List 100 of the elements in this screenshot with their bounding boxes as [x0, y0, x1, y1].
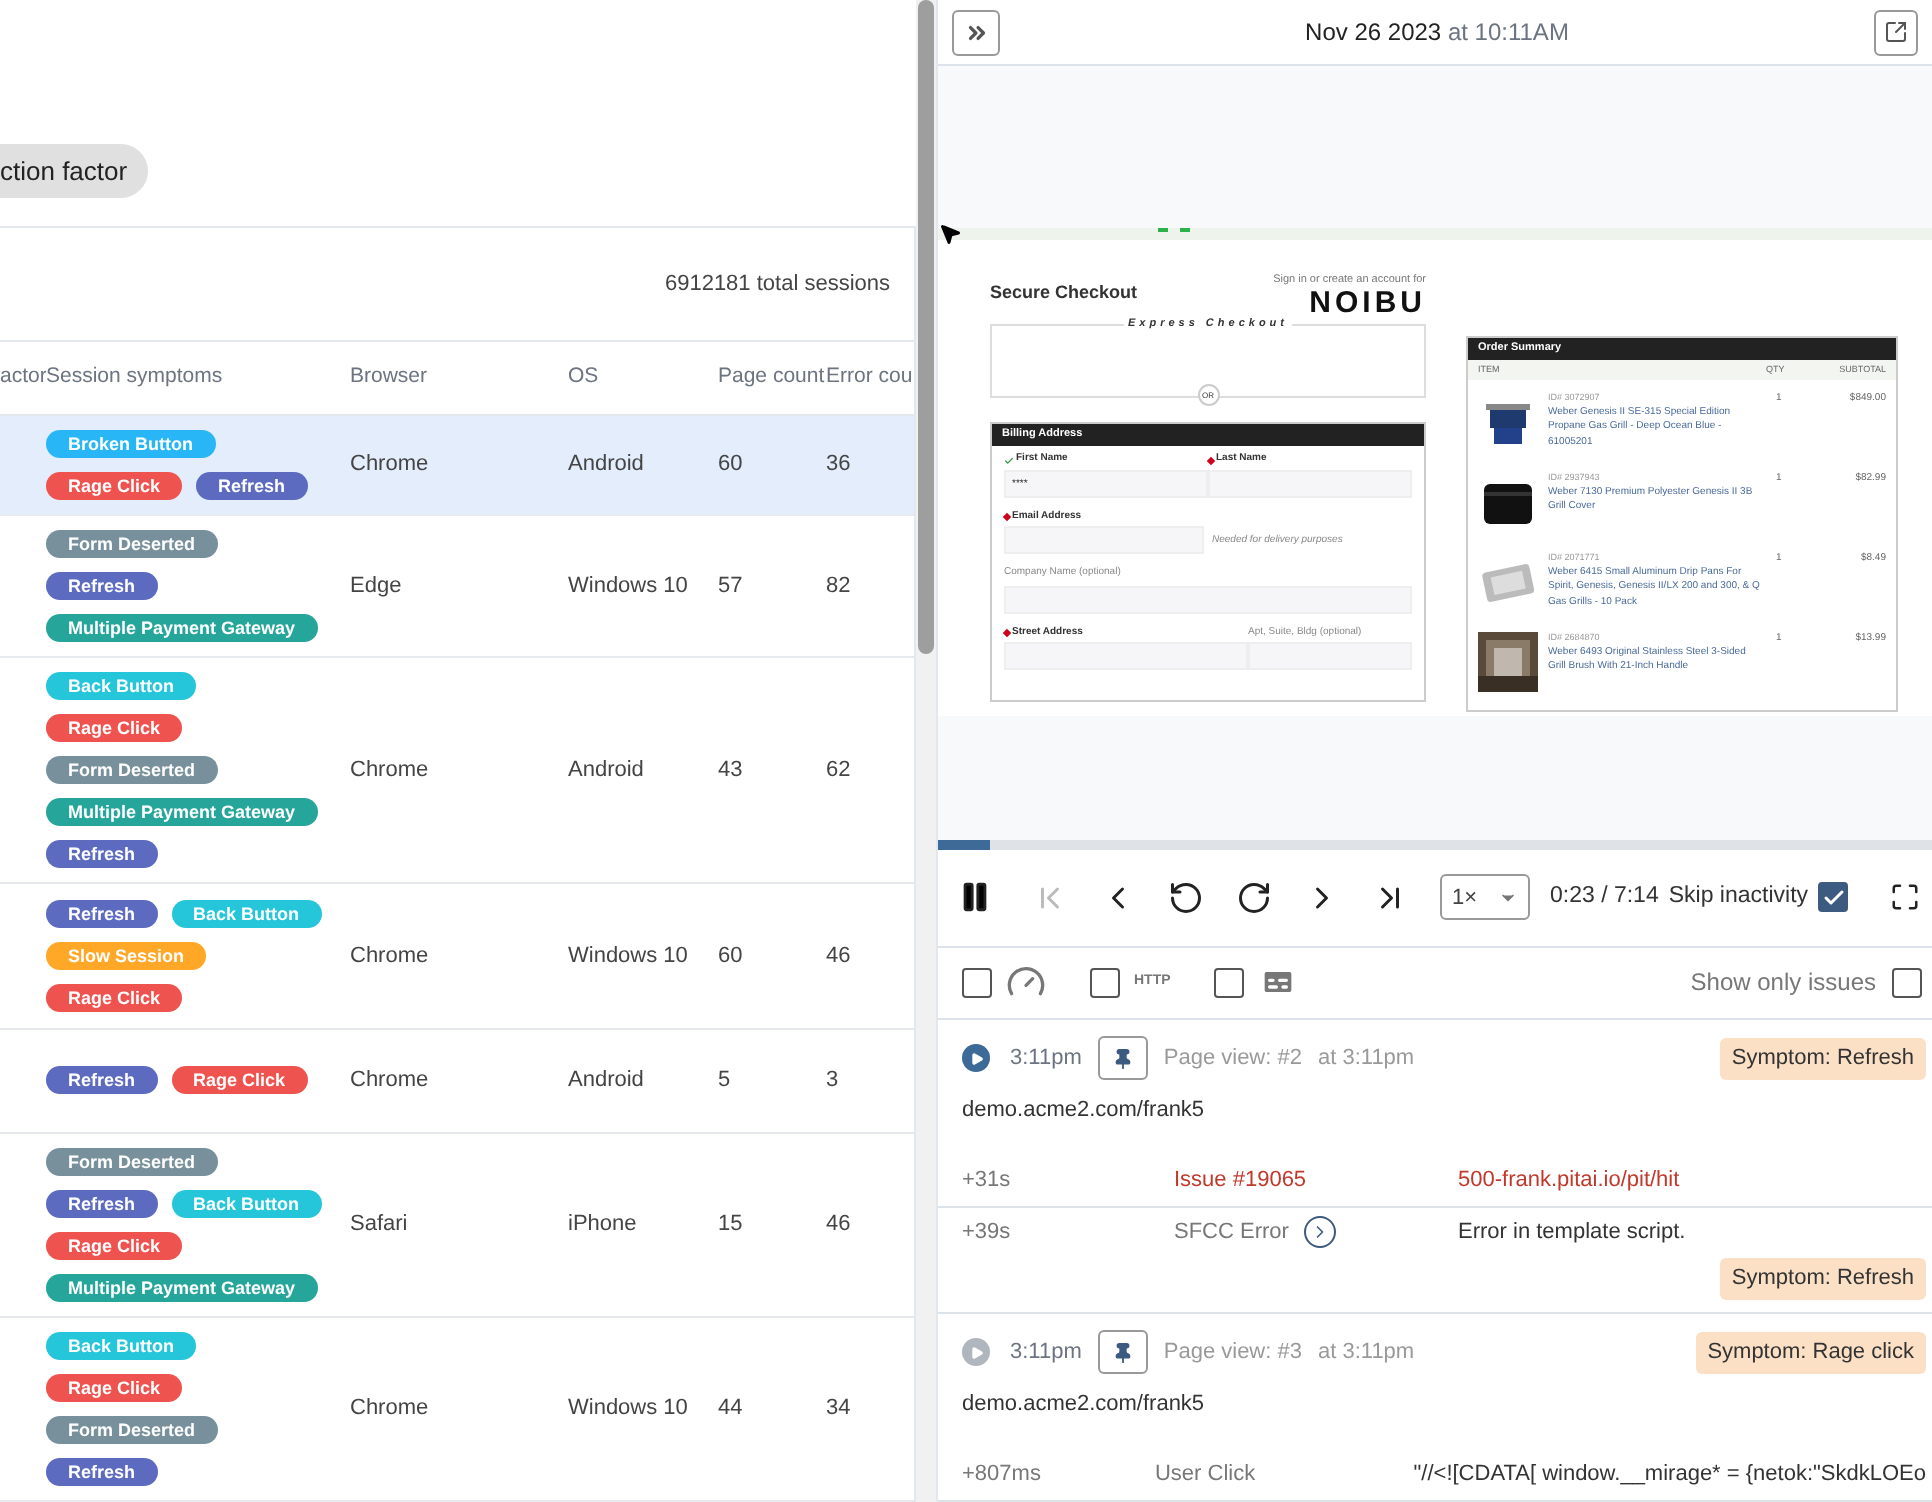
symptom-tag: Broken Button	[46, 430, 215, 458]
error-count-cell: 46	[826, 1211, 851, 1236]
column-header[interactable]: Session symptoms	[46, 364, 223, 389]
cursor-icon	[938, 222, 962, 247]
symptom-tag: Back Button	[46, 1331, 197, 1359]
checkbox[interactable]	[1214, 967, 1245, 998]
event-type: User Click	[1154, 1460, 1256, 1491]
event-detail: "//<![CDATA[ window.__mirage* = {netok:"SkdkLOEo	[1413, 1460, 1926, 1491]
symptom-tag: Refresh	[46, 840, 158, 868]
pin-icon	[1111, 1341, 1134, 1364]
checkbox[interactable]	[1818, 882, 1849, 913]
browser-cell: Chrome	[350, 757, 429, 782]
os-cell: iPhone	[568, 1211, 637, 1236]
symptom-tag: Form Deserted	[46, 1415, 218, 1443]
page-url[interactable]: demo.acme2.com/frank5	[938, 1093, 1932, 1130]
column-header[interactable]: OS	[568, 364, 599, 389]
browser-cell: Chrome	[350, 1395, 429, 1420]
page-heading: Secure Checkout	[990, 280, 1138, 307]
checkbox[interactable]	[962, 967, 992, 998]
browser-cell: Safari	[350, 1211, 408, 1236]
event-detail: 500-frank.pitai.io/pit/hit	[1458, 1166, 1680, 1197]
column-header[interactable]: Error cou	[826, 364, 913, 389]
os-cell: Android	[568, 1068, 644, 1092]
required-icon	[1002, 513, 1012, 522]
speed-select[interactable]: 1×	[1440, 874, 1530, 921]
total-sessions: 6912181 total sessions	[664, 269, 890, 300]
scrollbar[interactable]	[916, 0, 936, 1502]
symptom-tag: Refresh	[46, 1066, 158, 1095]
open-external-button[interactable]	[1873, 9, 1918, 56]
error-count-cell: 34	[826, 1395, 851, 1420]
os-cell: Windows 10	[568, 1395, 688, 1420]
forward-icon[interactable]	[1236, 879, 1272, 916]
symptom-tag: Back Button	[171, 900, 322, 928]
pin-button[interactable]	[1097, 1330, 1148, 1375]
page-view-label: Page view: #3	[1163, 1338, 1302, 1369]
logo: NOIBU	[1309, 288, 1426, 321]
symptom-tag: Multiple Payment Gateway	[46, 1273, 318, 1301]
check-icon	[1004, 455, 1014, 466]
page-count-cell: 44	[718, 1395, 743, 1420]
session-row[interactable]: Broken Button Rage Click Refresh Chrome Android 60 36	[0, 416, 914, 516]
page-count-cell: 15	[718, 1211, 743, 1236]
progress-track[interactable]	[938, 839, 1932, 850]
column-header[interactable]: Browser	[350, 364, 428, 389]
column-header[interactable]: actor	[0, 364, 46, 389]
symptom-tag: Form Deserted	[46, 756, 218, 784]
browser-cell: Chrome	[350, 452, 429, 477]
error-count-cell: 3	[826, 1068, 839, 1092]
symptom-tag: Refresh	[46, 900, 158, 928]
browser-cell: Chrome	[350, 943, 429, 968]
symptom-tag: Multiple Payment Gateway	[46, 798, 318, 826]
symptom-tag: Rage Click	[171, 1066, 308, 1095]
symptom-tag: Refresh	[46, 572, 158, 600]
event-detail: Error in template script.	[1458, 1218, 1686, 1249]
symptom-tag: Multiple Payment Gateway	[46, 614, 318, 642]
page-count-cell: 5	[718, 1068, 731, 1092]
os-cell: Windows 10	[568, 573, 688, 598]
page-view-time: at 3:11pm	[1317, 1338, 1415, 1369]
pin-icon	[1111, 1047, 1134, 1070]
checkbox[interactable]	[1892, 967, 1922, 998]
fullscreen-icon[interactable]	[1890, 882, 1920, 913]
page-url[interactable]: demo.acme2.com/frank5	[938, 1387, 1932, 1424]
page-count-cell: 60	[718, 943, 743, 968]
os-cell: Windows 10	[568, 943, 688, 968]
required-icon	[1206, 456, 1216, 465]
error-count-cell: 62	[826, 757, 851, 782]
column-header[interactable]: Page count	[718, 364, 825, 389]
error-count-cell: 46	[826, 943, 851, 968]
event-offset: +807ms	[962, 1460, 1043, 1491]
symptom-tag: Slow Session	[46, 942, 207, 970]
checkbox-label: Show only issues	[1690, 966, 1876, 1001]
filter-chip[interactable]: ction factor	[0, 144, 148, 198]
symptom-badge: Symptom: Refresh	[1719, 1037, 1926, 1080]
page-count-cell: 60	[718, 452, 743, 477]
pin-button[interactable]	[1097, 1036, 1148, 1081]
symptom-badge: Symptom: Refresh	[1719, 1257, 1926, 1300]
symptom-tag: Rage Click	[46, 472, 183, 500]
symptom-tag: Refresh	[46, 1189, 158, 1217]
rewind-icon[interactable]	[1168, 879, 1204, 916]
event-time: 3:11pm	[1010, 1338, 1082, 1369]
play-icon[interactable]	[962, 1044, 990, 1073]
error-count-cell: 36	[826, 452, 851, 477]
expand-button[interactable]	[952, 9, 1000, 56]
external-link-icon	[1883, 20, 1908, 45]
playback-time: 0:23 / 7:14	[1550, 882, 1659, 913]
page-count-cell: 57	[718, 573, 743, 598]
checkbox[interactable]	[1090, 967, 1120, 998]
symptom-tag: Rage Click	[46, 984, 183, 1012]
pause-icon[interactable]	[958, 880, 992, 915]
os-cell: Android	[568, 757, 644, 782]
event-offset: +39s	[962, 1218, 1013, 1249]
session-row[interactable]: Form Deserted Refresh Back Button Rage Click Multiple Payment Gateway Safari iPhone 15 46	[0, 1133, 914, 1317]
os-cell: Android	[568, 452, 644, 477]
symptom-tag: Rage Click	[46, 1373, 183, 1401]
symptom-tag: Back Button	[46, 672, 197, 700]
symptom-tag: Form Deserted	[46, 530, 218, 558]
page-view-time: at 3:11pm	[1317, 1044, 1415, 1075]
symptom-tag: Rage Click	[46, 1231, 183, 1259]
browser-cell: Chrome	[350, 1068, 429, 1092]
browser-cell: Edge	[350, 573, 402, 598]
session-row[interactable]: Back Button Rage Click Form Deserted Refresh Chrome Windows 10 44 34	[0, 1317, 914, 1501]
